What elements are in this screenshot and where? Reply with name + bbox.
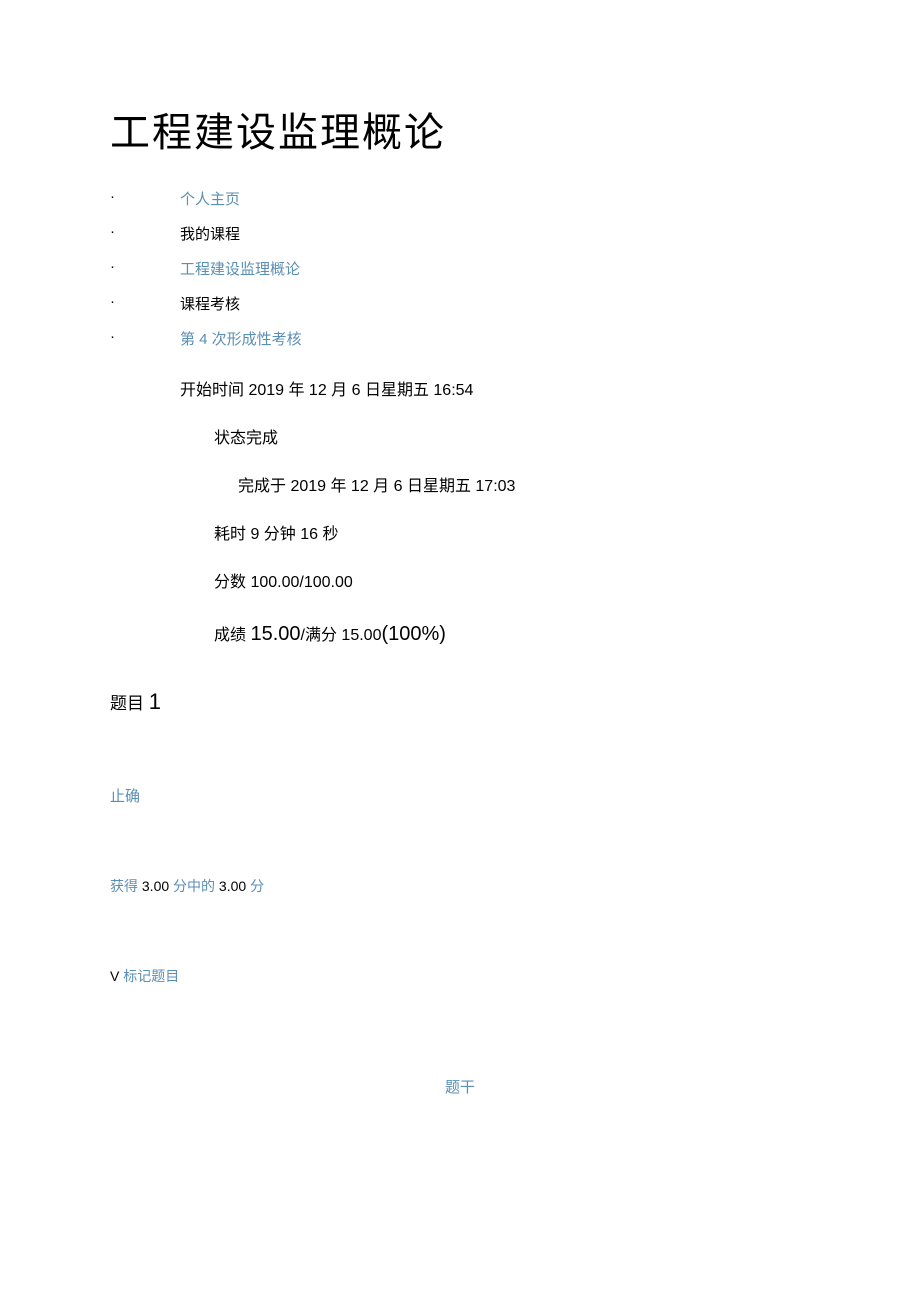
question-score: 获得 3.00 分中的 3.00 分 xyxy=(110,876,810,896)
breadcrumb-text: 我的课程 xyxy=(180,226,240,243)
breadcrumb-link[interactable]: 第 4 次形成性考核 xyxy=(180,331,302,348)
grade-value: 15.00 xyxy=(250,623,300,645)
breadcrumb-link[interactable]: 工程建设监理概论 xyxy=(180,261,300,278)
summary-block: 开始时间 2019 年 12 月 6 日星期五 16:54 状态完成 完成于 2… xyxy=(180,379,810,649)
start-time: 开始时间 2019 年 12 月 6 日星期五 16:54 xyxy=(180,379,810,403)
breadcrumb-item-course[interactable]: 工程建设监理概论 xyxy=(110,258,810,279)
breadcrumb-item-quiz[interactable]: 第 4 次形成性考核 xyxy=(110,328,810,349)
breadcrumb-text: 课程考核 xyxy=(180,296,240,313)
question-heading: 题目 1 xyxy=(110,689,810,715)
question-label-text: 题目 xyxy=(110,694,144,713)
status: 状态完成 xyxy=(214,427,810,451)
score: 分数 100.00/100.00 xyxy=(214,571,810,595)
flag-icon: V xyxy=(110,968,119,984)
completed-at: 完成于 2019 年 12 月 6 日星期五 17:03 xyxy=(238,475,810,499)
breadcrumb: 个人主页 我的课程 工程建设监理概论 课程考核 第 4 次形成性考核 xyxy=(110,188,810,349)
breadcrumb-item-assessment: 课程考核 xyxy=(110,293,810,314)
grade-label: 成绩 xyxy=(214,627,246,644)
page-title: 工程建设监理概论 xyxy=(110,100,810,158)
score-b: 3.00 xyxy=(219,878,250,894)
score-mid: 分中的 xyxy=(173,878,219,894)
grade: 成绩 15.00/满分 15.00(100%) xyxy=(214,619,810,649)
question-status: 止确 xyxy=(110,785,810,806)
breadcrumb-item-home[interactable]: 个人主页 xyxy=(110,188,810,209)
score-prefix: 获得 xyxy=(110,878,142,894)
score-a: 3.00 xyxy=(142,878,173,894)
breadcrumb-item-courses: 我的课程 xyxy=(110,223,810,244)
grade-pct: (100%) xyxy=(381,623,445,645)
question-number: 1 xyxy=(149,689,161,714)
flag-text: 标记题目 xyxy=(123,968,179,984)
flag-question[interactable]: V 标记题目 xyxy=(110,966,810,986)
duration: 耗时 9 分钟 16 秒 xyxy=(214,523,810,547)
grade-sep: /满分 15.00 xyxy=(301,627,382,644)
score-suffix: 分 xyxy=(250,878,264,894)
question-stem-label: 题干 xyxy=(110,1076,810,1097)
breadcrumb-link[interactable]: 个人主页 xyxy=(180,191,240,208)
